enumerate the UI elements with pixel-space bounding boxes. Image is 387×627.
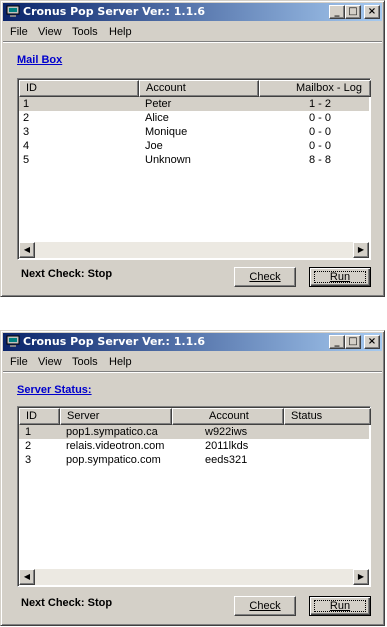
cell-account: Peter (145, 98, 172, 110)
server-status-window: Cronus Pop Server Ver.: 1.1.6 _ □ × File… (0, 330, 385, 626)
close-button[interactable]: × (364, 5, 380, 19)
cell-id: 1 (25, 426, 32, 438)
horizontal-scrollbar[interactable]: ◀ ▶ (19, 242, 369, 258)
cell-account: w922iws (205, 426, 248, 438)
next-check-status: Next Check: Stop (21, 597, 113, 609)
cell-account: Alice (145, 112, 169, 124)
focus-rect (314, 271, 366, 283)
cell-mailbox-log: 0 - 0 (309, 126, 332, 138)
server-list[interactable]: ID Server Account Status 1 pop1.sympatico… (17, 406, 371, 587)
cell-id: 3 (25, 454, 32, 466)
column-header-mailbox-log[interactable]: Mailbox - Log (259, 80, 371, 97)
menu-bar: File View Tools Help (3, 23, 382, 41)
app-icon (6, 5, 20, 17)
column-header-server[interactable]: Server (60, 408, 172, 425)
list-header: ID Account Mailbox - Log (19, 80, 371, 97)
app-icon (6, 335, 20, 347)
cell-server: pop1.sympatico.ca (66, 426, 158, 438)
close-button[interactable]: × (364, 335, 380, 349)
cell-id: 2 (25, 440, 32, 452)
menu-separator (3, 41, 382, 43)
table-row[interactable]: 1 pop1.sympatico.ca w922iws (19, 425, 369, 439)
title-bar[interactable]: Cronus Pop Server Ver.: 1.1.6 _ □ × (3, 3, 382, 21)
list-rows: 1 Peter 1 - 2 2 Alice 0 - 0 3 Monique 0 - 0 4 Joe 0… (19, 97, 369, 167)
menu-tools[interactable]: Tools (72, 26, 98, 38)
maximize-button[interactable]: □ (345, 5, 361, 19)
cell-id: 3 (23, 126, 30, 138)
cell-account: eeds321 (205, 454, 248, 466)
scroll-left-icon[interactable]: ◀ (19, 569, 35, 585)
column-header-account[interactable]: Account (172, 408, 284, 425)
scroll-right-icon[interactable]: ▶ (353, 242, 369, 258)
mailbox-list[interactable]: ID Account Mailbox - Log 1 Peter 1 - 2 2 Ali… (17, 78, 371, 260)
menu-help[interactable]: Help (109, 356, 132, 368)
check-button-label: Check (249, 271, 281, 283)
minimize-button[interactable]: _ (329, 335, 345, 349)
scroll-right-icon[interactable]: ▶ (353, 569, 369, 585)
cell-account: Unknown (145, 154, 191, 166)
table-row[interactable]: 2 relais.videotron.com 2011lkds (19, 439, 369, 453)
cell-server: pop.sympatico.com (66, 454, 161, 466)
window-title: Cronus Pop Server Ver.: 1.1.6 (23, 5, 206, 18)
menu-help[interactable]: Help (109, 26, 132, 38)
column-header-id[interactable]: ID (19, 408, 60, 425)
cell-mailbox-log: 8 - 8 (309, 154, 332, 166)
column-header-account[interactable]: Account (139, 80, 259, 97)
column-header-status[interactable]: Status (284, 408, 371, 425)
check-button[interactable]: Check (234, 596, 296, 616)
menu-view[interactable]: View (38, 356, 62, 368)
cell-account: Joe (145, 140, 163, 152)
menu-file[interactable]: File (10, 356, 28, 368)
focus-rect (314, 600, 366, 612)
table-row[interactable]: 1 Peter 1 - 2 (19, 97, 369, 111)
cell-mailbox-log: 1 - 2 (309, 98, 332, 110)
cell-id: 5 (23, 154, 30, 166)
list-header: ID Server Account Status (19, 408, 371, 425)
menu-bar: File View Tools Help (3, 353, 382, 371)
check-button-label: Check (249, 600, 281, 612)
window-title: Cronus Pop Server Ver.: 1.1.6 (23, 335, 206, 348)
table-row[interactable]: 3 Monique 0 - 0 (19, 125, 369, 139)
column-header-id[interactable]: ID (19, 80, 139, 97)
check-button[interactable]: Check (234, 267, 296, 287)
table-row[interactable]: 4 Joe 0 - 0 (19, 139, 369, 153)
server-status-link[interactable]: Server Status: (17, 384, 92, 396)
menu-view[interactable]: View (38, 26, 62, 38)
menu-file[interactable]: File (10, 26, 28, 38)
title-bar[interactable]: Cronus Pop Server Ver.: 1.1.6 _ □ × (3, 333, 382, 351)
maximize-button[interactable]: □ (345, 335, 361, 349)
next-check-status: Next Check: Stop (21, 268, 113, 280)
cell-account: 2011lkds (205, 440, 249, 452)
cell-id: 4 (23, 140, 30, 152)
menu-separator (3, 371, 382, 373)
table-row[interactable]: 3 pop.sympatico.com eeds321 (19, 453, 369, 467)
cell-id: 2 (23, 112, 30, 124)
cell-id: 1 (23, 98, 30, 110)
scroll-left-icon[interactable]: ◀ (19, 242, 35, 258)
minimize-button[interactable]: _ (329, 5, 345, 19)
mailbox-link[interactable]: Mail Box (17, 54, 62, 66)
cell-mailbox-log: 0 - 0 (309, 112, 332, 124)
cell-account: Monique (145, 126, 188, 138)
run-button[interactable]: Run (309, 596, 371, 616)
table-row[interactable]: 2 Alice 0 - 0 (19, 111, 369, 125)
list-rows: 1 pop1.sympatico.ca w922iws 2 relais.videotr… (19, 425, 369, 467)
cell-mailbox-log: 0 - 0 (309, 140, 332, 152)
cell-server: relais.videotron.com (66, 440, 165, 452)
horizontal-scrollbar[interactable]: ◀ ▶ (19, 569, 369, 585)
run-button[interactable]: Run (309, 267, 371, 287)
mailbox-window: Cronus Pop Server Ver.: 1.1.6 _ □ × File… (0, 0, 385, 297)
menu-tools[interactable]: Tools (72, 356, 98, 368)
table-row[interactable]: 5 Unknown 8 - 8 (19, 153, 369, 167)
